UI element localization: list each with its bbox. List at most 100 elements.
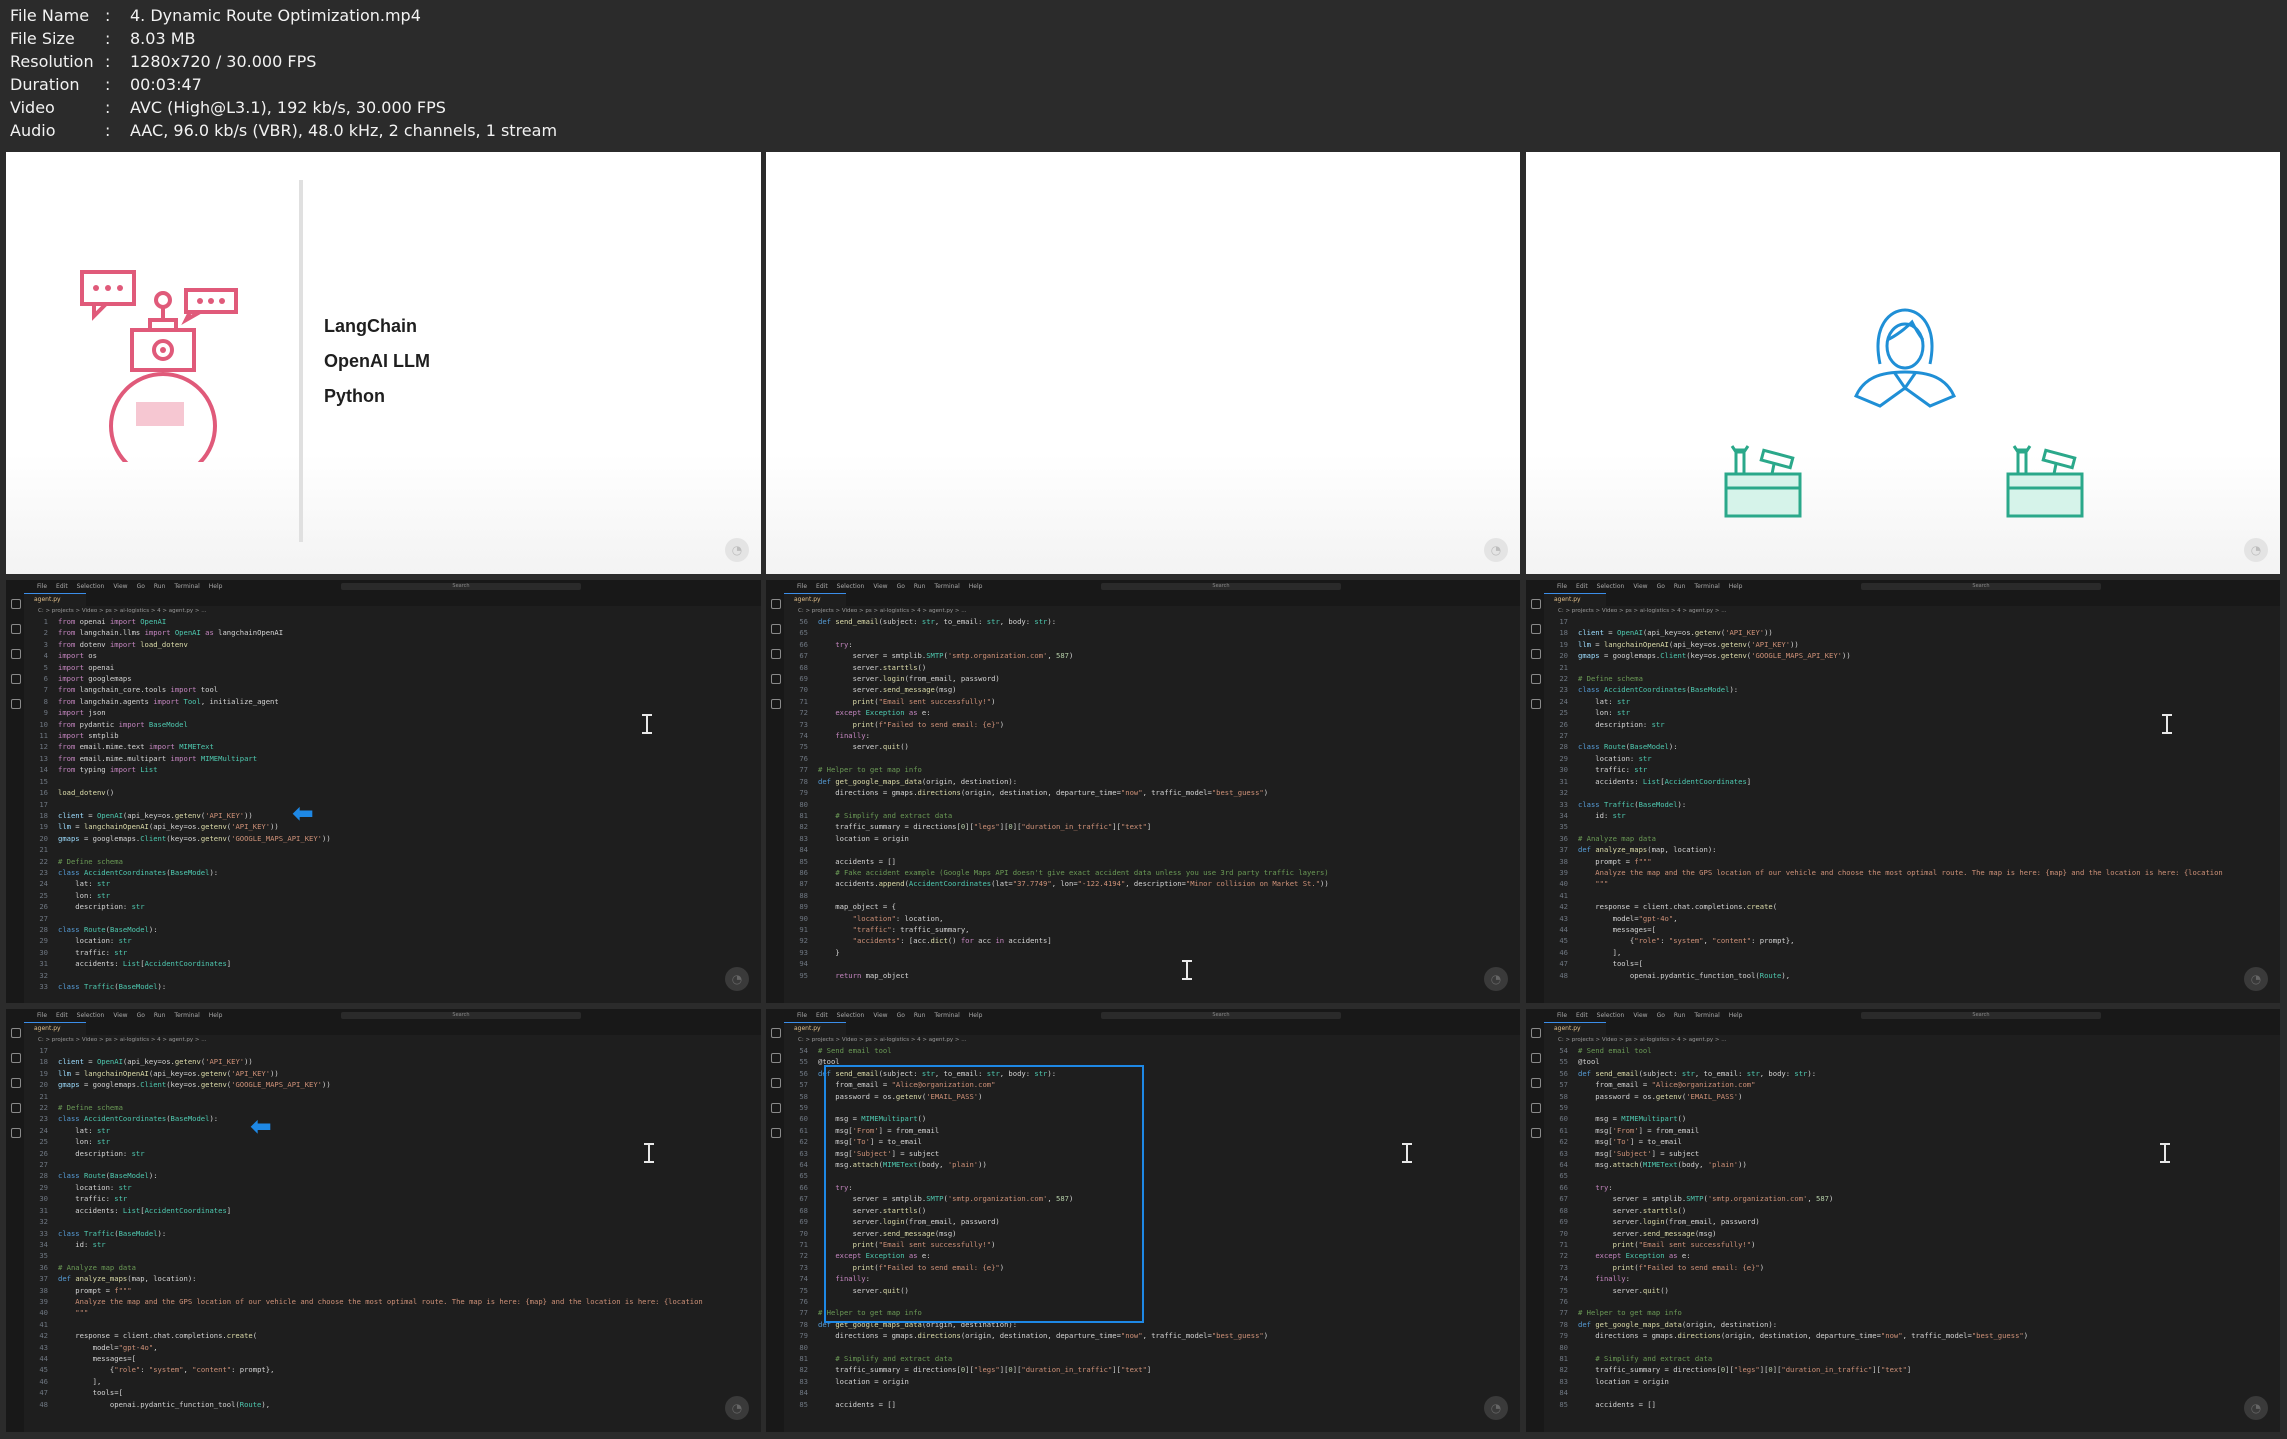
run-debug-icon[interactable] (1531, 674, 1541, 684)
search-icon[interactable] (771, 624, 781, 634)
explorer-icon[interactable] (771, 599, 781, 609)
menu-go[interactable]: Go (897, 583, 905, 590)
menu-edit[interactable]: Edit (56, 1012, 68, 1019)
menu-run[interactable]: Run (1674, 1012, 1686, 1019)
menu-file[interactable]: File (37, 583, 47, 590)
extensions-icon[interactable] (11, 699, 21, 709)
menu-go[interactable]: Go (137, 1012, 145, 1019)
thumbnail-editor-6[interactable]: File Edit Selection View Go Run Terminal Help S… (1526, 1009, 2280, 1432)
menu-go[interactable]: Go (1657, 583, 1665, 590)
tab-agent-py[interactable]: agent.py (24, 593, 86, 606)
source-control-icon[interactable] (771, 1078, 781, 1088)
menu-help[interactable]: Help (969, 583, 983, 590)
search-input[interactable]: Search (341, 1012, 581, 1019)
menu-edit[interactable]: Edit (56, 583, 68, 590)
menu-view[interactable]: View (873, 1012, 887, 1019)
thumbnail-editor-5[interactable]: File Edit Selection View Go Run Terminal Help S… (766, 1009, 1520, 1432)
menu-selection[interactable]: Selection (837, 583, 865, 590)
file-info-row: Resolution:1280x720 / 30.000 FPS (10, 50, 557, 73)
explorer-icon[interactable] (11, 1028, 21, 1038)
tab-agent-py[interactable]: agent.py (784, 1022, 846, 1035)
menu-selection[interactable]: Selection (77, 583, 105, 590)
tab-agent-py[interactable]: agent.py (784, 593, 846, 606)
menu-view[interactable]: View (1633, 1012, 1647, 1019)
menu-file[interactable]: File (797, 583, 807, 590)
thumbnail-slide-3[interactable]: ◔ (1526, 152, 2280, 574)
extensions-icon[interactable] (1531, 1128, 1541, 1138)
explorer-icon[interactable] (771, 1028, 781, 1038)
run-debug-icon[interactable] (11, 1103, 21, 1113)
menu-run[interactable]: Run (154, 583, 166, 590)
menu-help[interactable]: Help (969, 1012, 983, 1019)
source-control-icon[interactable] (11, 1078, 21, 1088)
search-input[interactable]: Search (1101, 1012, 1341, 1019)
run-debug-icon[interactable] (771, 674, 781, 684)
source-control-icon[interactable] (771, 649, 781, 659)
extensions-icon[interactable] (771, 699, 781, 709)
search-icon[interactable] (11, 624, 21, 634)
source-control-icon[interactable] (11, 649, 21, 659)
menu-help[interactable]: Help (209, 1012, 223, 1019)
menu-go[interactable]: Go (1657, 1012, 1665, 1019)
extensions-icon[interactable] (11, 1128, 21, 1138)
thumbnail-slide-1[interactable]: LangChain OpenAI LLM Python ◔ (6, 152, 761, 574)
menu-view[interactable]: View (113, 1012, 127, 1019)
source-control-icon[interactable] (1531, 1078, 1541, 1088)
thumbnail-editor-4[interactable]: File Edit Selection View Go Run Terminal Help S… (6, 1009, 761, 1432)
menu-run[interactable]: Run (1674, 583, 1686, 590)
menu-help[interactable]: Help (1729, 1012, 1743, 1019)
search-input[interactable]: Search (1861, 583, 2101, 590)
thumbnail-editor-1[interactable]: File Edit Selection View Go Run Terminal Help S… (6, 580, 761, 1003)
explorer-icon[interactable] (1531, 599, 1541, 609)
menu-run[interactable]: Run (154, 1012, 166, 1019)
menu-view[interactable]: View (113, 583, 127, 590)
menu-selection[interactable]: Selection (77, 1012, 105, 1019)
menu-edit[interactable]: Edit (1576, 583, 1588, 590)
menu-file[interactable]: File (1557, 1012, 1567, 1019)
run-debug-icon[interactable] (771, 1103, 781, 1113)
run-debug-icon[interactable] (1531, 1103, 1541, 1113)
menu-selection[interactable]: Selection (1597, 583, 1625, 590)
menu-run[interactable]: Run (914, 583, 926, 590)
search-input[interactable]: Search (1101, 583, 1341, 590)
menu-selection[interactable]: Selection (1597, 1012, 1625, 1019)
menu-edit[interactable]: Edit (816, 1012, 828, 1019)
menu-help[interactable]: Help (1729, 583, 1743, 590)
menu-run[interactable]: Run (914, 1012, 926, 1019)
menu-view[interactable]: View (1633, 583, 1647, 590)
explorer-icon[interactable] (11, 599, 21, 609)
menu-go[interactable]: Go (897, 1012, 905, 1019)
tab-agent-py[interactable]: agent.py (1544, 593, 1606, 606)
run-debug-icon[interactable] (11, 674, 21, 684)
menu-terminal[interactable]: Terminal (934, 1012, 959, 1019)
menu-terminal[interactable]: Terminal (1694, 1012, 1719, 1019)
menu-file[interactable]: File (797, 1012, 807, 1019)
thumbnail-slide-2[interactable]: ◔ (766, 152, 1520, 574)
search-input[interactable]: Search (1861, 1012, 2101, 1019)
menu-edit[interactable]: Edit (1576, 1012, 1588, 1019)
menu-help[interactable]: Help (209, 583, 223, 590)
menu-terminal[interactable]: Terminal (1694, 583, 1719, 590)
menu-terminal[interactable]: Terminal (934, 583, 959, 590)
menu-terminal[interactable]: Terminal (174, 583, 199, 590)
menu-view[interactable]: View (873, 583, 887, 590)
search-icon[interactable] (1531, 1053, 1541, 1063)
menu-file[interactable]: File (37, 1012, 47, 1019)
thumbnail-editor-3[interactable]: File Edit Selection View Go Run Terminal Help S… (1526, 580, 2280, 1003)
thumbnail-editor-2[interactable]: File Edit Selection View Go Run Terminal Help S… (766, 580, 1520, 1003)
menu-terminal[interactable]: Terminal (174, 1012, 199, 1019)
menu-file[interactable]: File (1557, 583, 1567, 590)
search-icon[interactable] (11, 1053, 21, 1063)
search-icon[interactable] (1531, 624, 1541, 634)
menu-selection[interactable]: Selection (837, 1012, 865, 1019)
explorer-icon[interactable] (1531, 1028, 1541, 1038)
extensions-icon[interactable] (771, 1128, 781, 1138)
tab-agent-py[interactable]: agent.py (1544, 1022, 1606, 1035)
search-input[interactable]: Search (341, 583, 581, 590)
extensions-icon[interactable] (1531, 699, 1541, 709)
source-control-icon[interactable] (1531, 649, 1541, 659)
tab-agent-py[interactable]: agent.py (24, 1022, 86, 1035)
search-icon[interactable] (771, 1053, 781, 1063)
menu-go[interactable]: Go (137, 583, 145, 590)
menu-edit[interactable]: Edit (816, 583, 828, 590)
